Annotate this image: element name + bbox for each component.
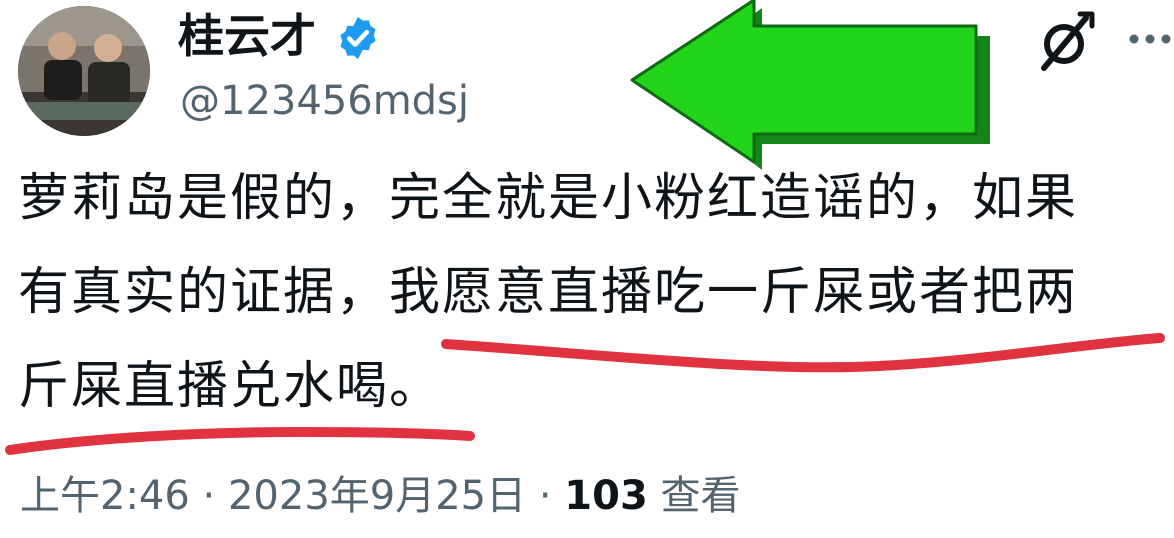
avatar[interactable] [18, 6, 150, 136]
display-name[interactable]: 桂云才 [178, 8, 316, 64]
post-time[interactable]: 上午2:46 [20, 473, 190, 519]
user-handle[interactable]: @123456mdsj [180, 74, 469, 128]
grok-icon[interactable] [1034, 10, 1098, 74]
tweet-meta: 上午2:46 · 2023年9月25日 · 103 查看 [20, 468, 741, 524]
meta-separator: · [202, 473, 216, 519]
post-date[interactable]: 2023年9月25日 [228, 473, 526, 519]
view-count: 103 [564, 473, 648, 519]
verified-badge-icon [340, 17, 376, 59]
green-arrow-annotation [630, 0, 990, 170]
red-underline-annotation [5, 333, 1165, 455]
more-options-icon[interactable] [1126, 26, 1174, 52]
meta-separator: · [538, 473, 552, 519]
tweet-text-line: 萝莉岛是假的，完全就是小粉红造谣的，如果 [18, 169, 1079, 228]
view-label: 查看 [660, 473, 741, 519]
